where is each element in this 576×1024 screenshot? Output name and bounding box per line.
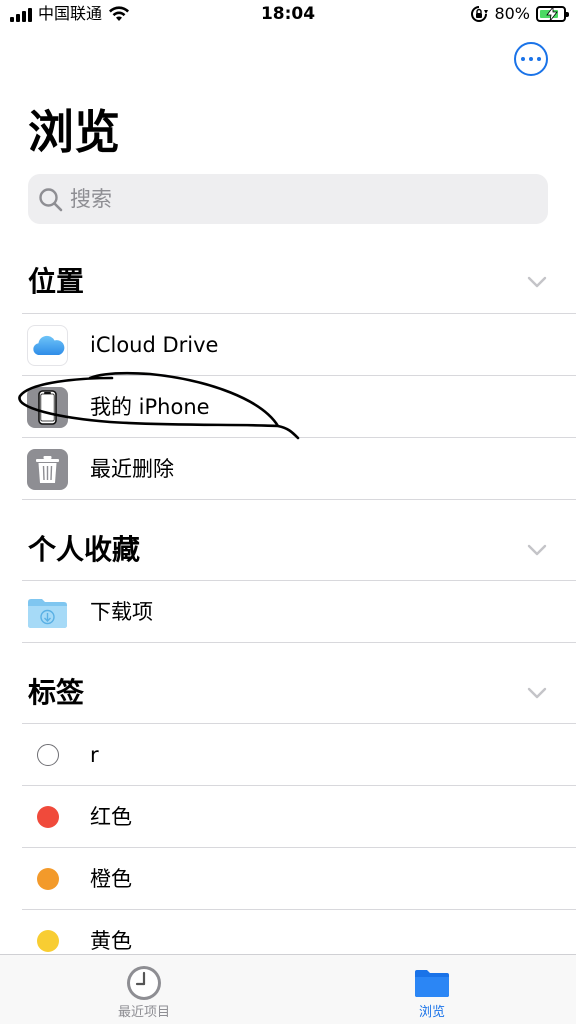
page-title: 浏览 bbox=[28, 105, 120, 159]
search-bar[interactable] bbox=[28, 174, 548, 224]
tag-item-r[interactable]: r bbox=[0, 724, 576, 786]
divider bbox=[22, 499, 576, 500]
divider bbox=[22, 642, 576, 643]
tag-item-orange[interactable]: 橙色 bbox=[0, 848, 576, 910]
location-item-my-iphone[interactable]: 我的 iPhone bbox=[0, 376, 576, 438]
favorite-item-downloads[interactable]: 下载项 bbox=[0, 581, 576, 643]
favorite-item-label: 下载项 bbox=[90, 600, 153, 624]
chevron-down-icon[interactable] bbox=[526, 686, 548, 700]
location-item-icloud-drive[interactable]: iCloud Drive bbox=[0, 314, 576, 376]
tab-recents-label: 最近项目 bbox=[117, 1005, 170, 1020]
tab-recents[interactable]: 最近项目 bbox=[44, 955, 244, 1024]
location-item-label: 我的 iPhone bbox=[90, 395, 210, 419]
ellipsis-circle-icon bbox=[521, 57, 525, 61]
red-tag-dot-icon bbox=[37, 806, 59, 828]
location-item-label: iCloud Drive bbox=[90, 333, 219, 357]
search-input[interactable] bbox=[70, 174, 530, 224]
more-options-button[interactable] bbox=[514, 42, 548, 76]
battery-icon bbox=[536, 6, 569, 22]
trash-icon bbox=[27, 449, 68, 490]
tag-item-label: 红色 bbox=[90, 805, 132, 829]
tab-bar: 最近项目 浏览 bbox=[0, 954, 576, 1024]
status-bar: 中国联通 18:04 80% bbox=[0, 0, 576, 30]
section-title-locations: 位置 bbox=[28, 265, 85, 298]
clock-icon bbox=[127, 966, 161, 1000]
downloads-folder-icon bbox=[27, 592, 68, 633]
section-title-favorites: 个人收藏 bbox=[28, 533, 141, 566]
location-item-recently-deleted[interactable]: 最近删除 bbox=[0, 438, 576, 500]
rotation-lock-icon bbox=[471, 6, 489, 22]
tab-browse-label: 浏览 bbox=[418, 1005, 445, 1020]
battery-percent: 80% bbox=[494, 4, 530, 23]
search-icon bbox=[39, 188, 63, 212]
iphone-icon bbox=[27, 387, 68, 428]
chevron-down-icon[interactable] bbox=[526, 275, 548, 289]
location-item-label: 最近删除 bbox=[90, 457, 174, 481]
tag-item-label: r bbox=[90, 743, 99, 767]
tag-circle-icon bbox=[37, 744, 59, 766]
orange-tag-dot-icon bbox=[37, 868, 59, 890]
status-right: 80% bbox=[470, 4, 569, 24]
yellow-tag-dot-icon bbox=[37, 930, 59, 952]
tag-item-red[interactable]: 红色 bbox=[0, 786, 576, 848]
folder-icon bbox=[415, 970, 449, 997]
icloud-icon bbox=[27, 325, 68, 366]
chevron-down-icon[interactable] bbox=[526, 543, 548, 557]
charging-bolt-icon bbox=[546, 7, 558, 21]
tab-browse[interactable]: 浏览 bbox=[332, 955, 532, 1024]
tag-item-label: 橙色 bbox=[90, 867, 132, 891]
section-title-tags: 标签 bbox=[28, 676, 85, 709]
